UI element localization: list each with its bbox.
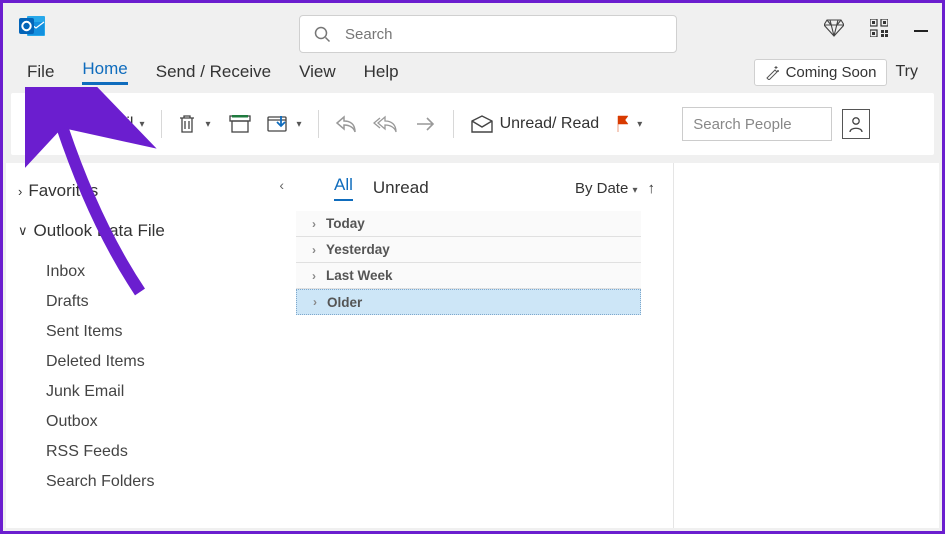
- menu-tabs: File Home Send / Receive View Help Comin…: [3, 53, 942, 91]
- unread-read-button[interactable]: Unread/ Read: [464, 105, 606, 143]
- global-search-input[interactable]: Search: [299, 15, 677, 53]
- ribbon-toolbar: New Email ▾ ▾ ▾ Unread/ Read ▾ Search Pe…: [11, 93, 934, 155]
- search-placeholder: Search: [345, 26, 393, 43]
- tab-help[interactable]: Help: [364, 62, 399, 82]
- qr-code-icon[interactable]: [870, 19, 888, 42]
- archive-button[interactable]: [223, 105, 257, 143]
- folder-sidebar: ‹ › Favorites ∨ Outlook Data File Inbox …: [6, 163, 296, 528]
- address-book-button[interactable]: [842, 109, 870, 139]
- tab-send-receive[interactable]: Send / Receive: [156, 62, 271, 82]
- archive-icon: [229, 115, 251, 133]
- magic-wand-icon: [765, 65, 780, 80]
- tab-home[interactable]: Home: [82, 59, 127, 85]
- trash-icon: [178, 114, 196, 134]
- filter-tab-unread[interactable]: Unread: [373, 178, 429, 198]
- chevron-down-icon: ▾: [139, 119, 144, 130]
- filter-tab-all[interactable]: All: [334, 175, 353, 201]
- reply-all-button[interactable]: [367, 105, 405, 143]
- data-file-header[interactable]: ∨ Outlook Data File: [18, 221, 284, 241]
- sort-by-date[interactable]: By Date ▾: [575, 180, 638, 197]
- sidebar-item-search-folders[interactable]: Search Folders: [18, 467, 284, 497]
- delete-dropdown[interactable]: ▾: [206, 119, 211, 130]
- chevron-right-icon: ›: [18, 184, 22, 199]
- move-folder-icon: [267, 114, 291, 134]
- group-today[interactable]: ›Today: [296, 211, 641, 237]
- sidebar-item-rss-feeds[interactable]: RSS Feeds: [18, 437, 284, 467]
- sidebar-item-sent-items[interactable]: Sent Items: [18, 317, 284, 347]
- sidebar-item-drafts[interactable]: Drafts: [18, 287, 284, 317]
- favorites-header[interactable]: › Favorites: [18, 181, 284, 201]
- group-older[interactable]: ›Older: [296, 289, 641, 315]
- group-last-week[interactable]: ›Last Week: [296, 263, 641, 289]
- flag-button[interactable]: ▾: [609, 105, 648, 143]
- sidebar-item-deleted-items[interactable]: Deleted Items: [18, 347, 284, 377]
- flag-icon: [615, 115, 631, 133]
- search-people-input[interactable]: Search People: [682, 107, 832, 141]
- message-list-pane: All Unread By Date ▾ ↑ ›Today ›Yesterday…: [296, 163, 674, 528]
- try-label[interactable]: Try: [895, 63, 918, 81]
- chevron-down-icon: ▾: [637, 119, 642, 130]
- chevron-right-icon: ›: [312, 269, 316, 283]
- outlook-app-icon: [15, 14, 47, 43]
- reply-icon: [335, 115, 357, 133]
- new-email-button[interactable]: New Email ▾: [19, 105, 151, 143]
- sidebar-item-outbox[interactable]: Outbox: [18, 407, 284, 437]
- person-icon: [848, 115, 864, 133]
- chevron-right-icon: ›: [313, 295, 317, 309]
- delete-button[interactable]: [172, 105, 202, 143]
- envelope-open-icon: [470, 115, 494, 133]
- forward-button[interactable]: [409, 105, 443, 143]
- sidebar-item-junk-email[interactable]: Junk Email: [18, 377, 284, 407]
- collapse-sidebar-chevron[interactable]: ‹: [279, 177, 284, 193]
- minimize-button[interactable]: [914, 30, 928, 32]
- tab-view[interactable]: View: [299, 62, 336, 82]
- content-area: ‹ › Favorites ∨ Outlook Data File Inbox …: [6, 163, 939, 528]
- chevron-right-icon: ›: [312, 243, 316, 257]
- coming-soon-button[interactable]: Coming Soon: [754, 59, 888, 86]
- forward-icon: [415, 116, 437, 132]
- new-email-icon: [25, 114, 51, 134]
- chevron-down-icon: ∨: [18, 223, 28, 239]
- chevron-right-icon: ›: [312, 217, 316, 231]
- reading-pane: [674, 163, 939, 528]
- move-button[interactable]: ▾: [261, 105, 308, 143]
- message-filter-tabs: All Unread By Date ▾ ↑: [296, 175, 673, 207]
- reply-all-icon: [373, 115, 399, 133]
- reply-button[interactable]: [329, 105, 363, 143]
- title-bar: Search: [3, 3, 942, 53]
- premium-diamond-icon[interactable]: [824, 19, 844, 42]
- sidebar-item-inbox[interactable]: Inbox: [18, 257, 284, 287]
- tab-file[interactable]: File: [27, 62, 54, 82]
- sort-direction-button[interactable]: ↑: [648, 180, 656, 197]
- search-icon: [314, 26, 331, 43]
- group-yesterday[interactable]: ›Yesterday: [296, 237, 641, 263]
- chevron-down-icon: ▾: [297, 119, 302, 130]
